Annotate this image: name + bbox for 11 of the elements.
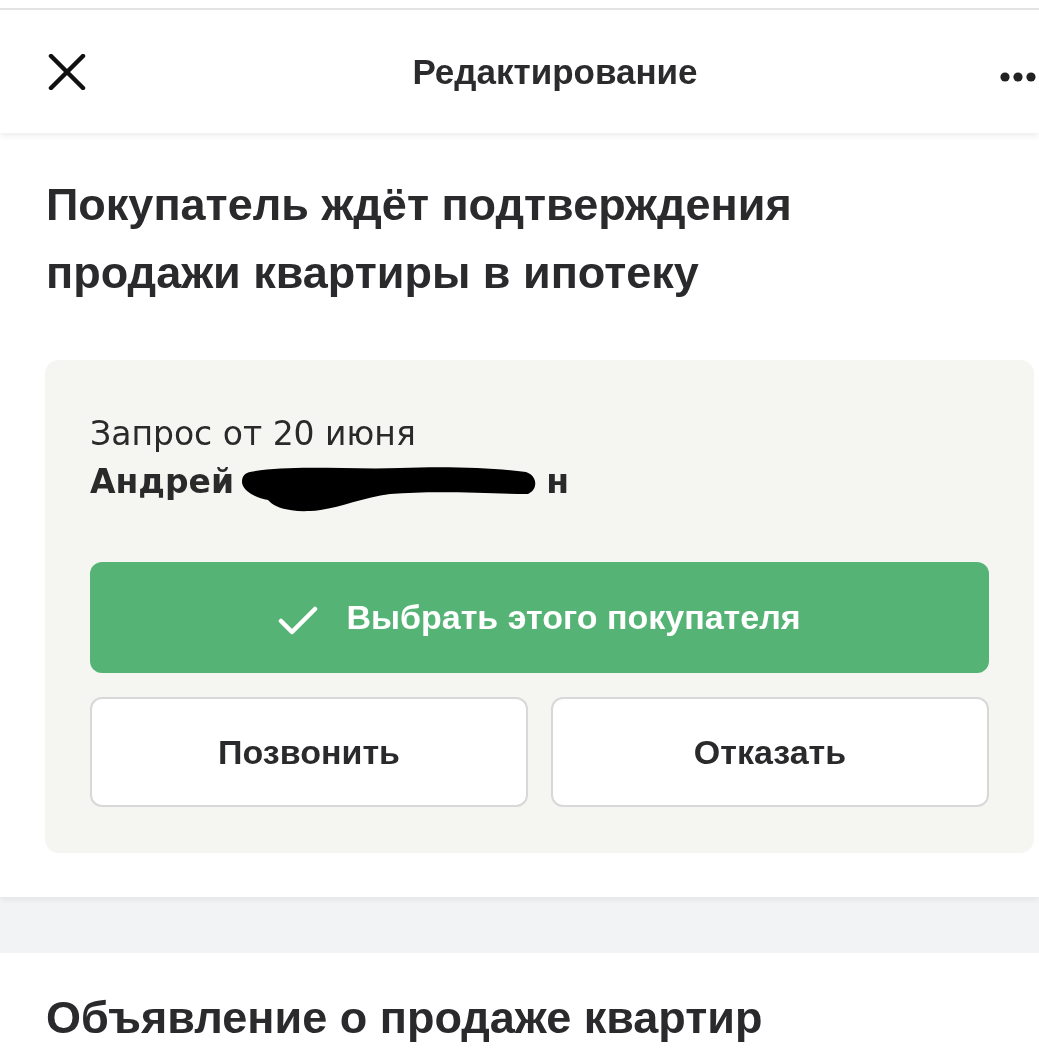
section-heading: Покупатель ждёт подтверждения продажи квартиры в ипотеку [45, 178, 793, 300]
page-title: Редактирование [412, 51, 698, 92]
close-icon[interactable] [48, 53, 86, 90]
request-date: Запрос от 20 июня [90, 413, 417, 455]
check-icon [278, 605, 319, 636]
buyer-name-fragment: н [546, 461, 569, 503]
buyer-name: Андрей [90, 461, 235, 503]
action-button[interactable]: Позвонить [90, 697, 528, 807]
section-heading: Объявление о продаже квартир [45, 991, 764, 1045]
action-button[interactable]: Отказать [551, 697, 989, 807]
more-icon[interactable] [1000, 71, 1036, 82]
